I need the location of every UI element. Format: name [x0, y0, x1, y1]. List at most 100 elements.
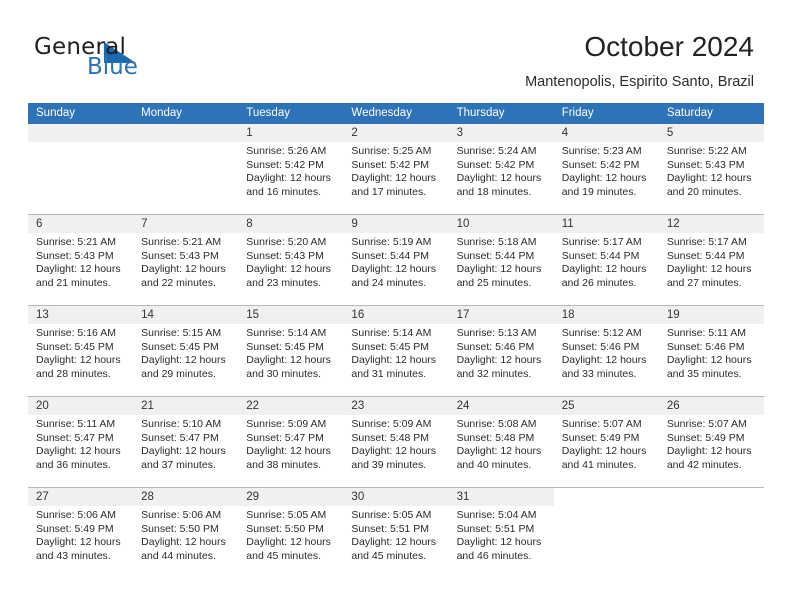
sunset-text: Sunset: 5:47 PM	[36, 431, 114, 444]
day-number: 31	[448, 488, 554, 506]
daylight-text-line2: and 31 minutes.	[351, 367, 427, 380]
day-cell-19[interactable]: 19 Sunrise: 5:11 AM Sunset: 5:46 PM Dayligh…	[658, 306, 764, 396]
day-details: Sunrise: 5:17 AM Sunset: 5:44 PM Daylight:…	[554, 233, 659, 290]
daylight-text-line2: and 24 minutes.	[351, 276, 427, 289]
sunset-text: Sunset: 5:51 PM	[351, 522, 430, 535]
sunrise-text: Sunrise: 5:13 AM	[456, 327, 537, 339]
calendar-week-row: 13 Sunrise: 5:16 AM Sunset: 5:45 PM Dayligh…	[28, 305, 764, 396]
sunset-text: Sunset: 5:50 PM	[246, 522, 324, 535]
day-cell-26[interactable]: 26 Sunrise: 5:07 AM Sunset: 5:49 PM Dayligh…	[658, 397, 764, 487]
daylight-text-line2: and 38 minutes.	[246, 458, 321, 471]
day-number: 7	[133, 215, 239, 233]
daylight-text-line2: and 29 minutes.	[141, 367, 216, 380]
day-cell-17[interactable]: 17 Sunrise: 5:13 AM Sunset: 5:46 PM Dayligh…	[448, 306, 554, 396]
day-number: 10	[448, 215, 554, 233]
daylight-text-line1: Daylight: 12 hours	[666, 354, 752, 367]
sunset-text: Sunset: 5:43 PM	[246, 249, 324, 262]
day-cell-empty	[28, 124, 134, 214]
sunset-text: Sunset: 5:50 PM	[141, 522, 219, 535]
day-number: 22	[238, 397, 344, 415]
day-cell-15[interactable]: 15 Sunrise: 5:14 AM Sunset: 5:45 PM Dayligh…	[238, 306, 344, 396]
daylight-text-line1: Daylight: 12 hours	[36, 263, 121, 276]
day-number: 25	[553, 397, 659, 415]
day-details: Sunrise: 5:04 AM Sunset: 5:51 PM Daylight:…	[449, 506, 554, 563]
sunrise-text: Sunrise: 5:21 AM	[36, 236, 116, 248]
daylight-text-line2: and 33 minutes.	[561, 367, 637, 380]
day-cell-16[interactable]: 16 Sunrise: 5:14 AM Sunset: 5:45 PM Dayligh…	[343, 306, 449, 396]
day-details: Sunrise: 5:21 AM Sunset: 5:43 PM Daylight:…	[28, 233, 133, 290]
daylight-text-line1: Daylight: 12 hours	[561, 172, 647, 185]
day-cell-20[interactable]: 20 Sunrise: 5:11 AM Sunset: 5:47 PM Dayligh…	[28, 397, 134, 487]
day-cell-7[interactable]: 7 Sunrise: 5:21 AM Sunset: 5:43 PM Daylight…	[133, 215, 239, 305]
page-header: General Blue October 2024 Mantenopolis, …	[0, 0, 792, 100]
sunrise-text: Sunrise: 5:06 AM	[141, 509, 222, 521]
day-details: Sunrise: 5:21 AM Sunset: 5:43 PM Daylight:…	[133, 233, 238, 290]
day-number: 19	[658, 306, 764, 324]
daylight-text-line1: Daylight: 12 hours	[246, 536, 331, 549]
sunset-text: Sunset: 5:46 PM	[561, 340, 640, 353]
day-cell-22[interactable]: 22 Sunrise: 5:09 AM Sunset: 5:47 PM Dayligh…	[238, 397, 344, 487]
calendar-page: General Blue October 2024 Mantenopolis, …	[0, 0, 792, 612]
day-number: 17	[448, 306, 554, 324]
page-title: October 2024	[584, 31, 754, 62]
day-details: Sunrise: 5:05 AM Sunset: 5:51 PM Daylight:…	[343, 506, 448, 563]
daylight-text-line1: Daylight: 12 hours	[351, 354, 437, 367]
day-cell-13[interactable]: 13 Sunrise: 5:16 AM Sunset: 5:45 PM Dayligh…	[28, 306, 134, 396]
sunrise-text: Sunrise: 5:06 AM	[36, 509, 116, 521]
weekday-header-tuesday: Tuesday	[246, 107, 290, 119]
sunrise-text: Sunrise: 5:14 AM	[351, 327, 432, 339]
sunrise-text: Sunrise: 5:25 AM	[351, 145, 432, 157]
day-cell-empty	[659, 488, 764, 578]
day-details: Sunrise: 5:17 AM Sunset: 5:44 PM Daylight:…	[659, 233, 764, 290]
day-cell-28[interactable]: 28 Sunrise: 5:06 AM Sunset: 5:50 PM Dayligh…	[133, 488, 239, 578]
day-number: 14	[133, 306, 239, 324]
day-cell-29[interactable]: 29 Sunrise: 5:05 AM Sunset: 5:50 PM Dayligh…	[238, 488, 344, 578]
day-details: Sunrise: 5:14 AM Sunset: 5:45 PM Daylight:…	[343, 324, 448, 381]
day-cell-9[interactable]: 9 Sunrise: 5:19 AM Sunset: 5:44 PM Daylight…	[343, 215, 449, 305]
daylight-text-line1: Daylight: 12 hours	[351, 263, 437, 276]
location-subtitle: Mantenopolis, Espirito Santo, Brazil	[525, 74, 754, 90]
day-cell-21[interactable]: 21 Sunrise: 5:10 AM Sunset: 5:47 PM Dayligh…	[133, 397, 239, 487]
day-number: 24	[448, 397, 554, 415]
day-number: 29	[238, 488, 344, 506]
daylight-text-line1: Daylight: 12 hours	[666, 445, 752, 458]
day-cell-27[interactable]: 27 Sunrise: 5:06 AM Sunset: 5:49 PM Dayligh…	[28, 488, 134, 578]
day-cell-1[interactable]: 1 Sunrise: 5:26 AM Sunset: 5:42 PM Daylight…	[238, 124, 344, 214]
day-cell-31[interactable]: 31 Sunrise: 5:04 AM Sunset: 5:51 PM Dayligh…	[448, 488, 554, 578]
day-cell-12[interactable]: 12 Sunrise: 5:17 AM Sunset: 5:44 PM Dayligh…	[658, 215, 764, 305]
daylight-text-line1: Daylight: 12 hours	[351, 172, 437, 185]
day-cell-24[interactable]: 24 Sunrise: 5:08 AM Sunset: 5:48 PM Dayligh…	[448, 397, 554, 487]
daylight-text-line2: and 37 minutes.	[141, 458, 216, 471]
day-cell-18[interactable]: 18 Sunrise: 5:12 AM Sunset: 5:46 PM Dayligh…	[553, 306, 659, 396]
day-details: Sunrise: 5:15 AM Sunset: 5:45 PM Daylight:…	[133, 324, 238, 381]
daylight-text-line1: Daylight: 12 hours	[456, 172, 542, 185]
daylight-text-line2: and 16 minutes.	[246, 185, 321, 198]
day-cell-25[interactable]: 25 Sunrise: 5:07 AM Sunset: 5:49 PM Dayligh…	[553, 397, 659, 487]
daylight-text-line1: Daylight: 12 hours	[456, 354, 542, 367]
day-cell-10[interactable]: 10 Sunrise: 5:18 AM Sunset: 5:44 PM Dayligh…	[448, 215, 554, 305]
sunset-text: Sunset: 5:48 PM	[351, 431, 430, 444]
sunrise-text: Sunrise: 5:09 AM	[351, 418, 432, 430]
day-number: 6	[28, 215, 134, 233]
sunset-text: Sunset: 5:47 PM	[141, 431, 219, 444]
day-cell-5[interactable]: 5 Sunrise: 5:22 AM Sunset: 5:43 PM Daylight…	[658, 124, 764, 214]
day-details: Sunrise: 5:05 AM Sunset: 5:50 PM Daylight:…	[238, 506, 343, 563]
day-cell-2[interactable]: 2 Sunrise: 5:25 AM Sunset: 5:42 PM Daylight…	[343, 124, 449, 214]
day-cell-30[interactable]: 30 Sunrise: 5:05 AM Sunset: 5:51 PM Dayligh…	[343, 488, 449, 578]
day-cell-3[interactable]: 3 Sunrise: 5:24 AM Sunset: 5:42 PM Daylight…	[448, 124, 554, 214]
sunrise-text: Sunrise: 5:08 AM	[456, 418, 537, 430]
day-cell-23[interactable]: 23 Sunrise: 5:09 AM Sunset: 5:48 PM Dayligh…	[343, 397, 449, 487]
day-cell-4[interactable]: 4 Sunrise: 5:23 AM Sunset: 5:42 PM Daylight…	[553, 124, 659, 214]
day-details: Sunrise: 5:06 AM Sunset: 5:50 PM Daylight:…	[133, 506, 238, 563]
day-cell-6[interactable]: 6 Sunrise: 5:21 AM Sunset: 5:43 PM Daylight…	[28, 215, 134, 305]
sunrise-text: Sunrise: 5:17 AM	[561, 236, 642, 248]
sunrise-text: Sunrise: 5:23 AM	[561, 145, 642, 157]
day-details: Sunrise: 5:18 AM Sunset: 5:44 PM Daylight:…	[449, 233, 554, 290]
day-number: 1	[238, 124, 344, 142]
day-number: 30	[343, 488, 449, 506]
day-cell-11[interactable]: 11 Sunrise: 5:17 AM Sunset: 5:44 PM Dayligh…	[553, 215, 659, 305]
sunrise-text: Sunrise: 5:14 AM	[246, 327, 327, 339]
day-cell-8[interactable]: 8 Sunrise: 5:20 AM Sunset: 5:43 PM Daylight…	[238, 215, 344, 305]
day-cell-14[interactable]: 14 Sunrise: 5:15 AM Sunset: 5:45 PM Dayligh…	[133, 306, 239, 396]
daylight-text-line2: and 32 minutes.	[456, 367, 532, 380]
